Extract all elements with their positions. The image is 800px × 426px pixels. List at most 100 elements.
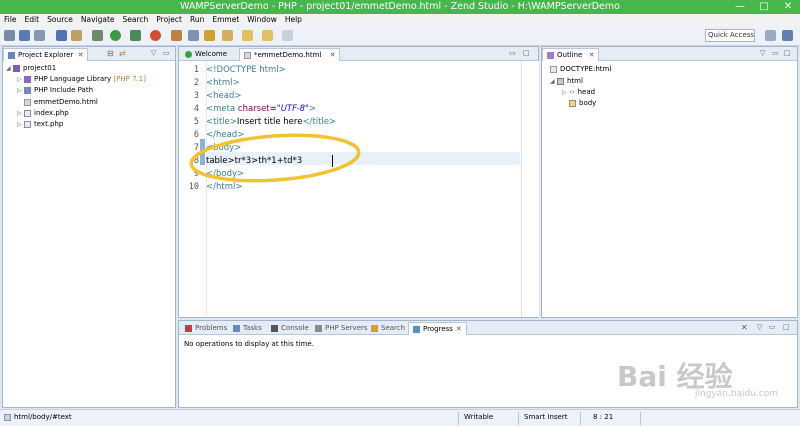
minimize-view-icon[interactable]: ▭: [163, 49, 170, 57]
open-type-icon[interactable]: [171, 30, 182, 41]
menu-navigate[interactable]: Navigate: [77, 14, 119, 26]
outline-item-html[interactable]: ◢ html: [550, 76, 583, 87]
tab-tasks[interactable]: Tasks: [229, 322, 266, 335]
outline-item-label: body: [579, 99, 597, 107]
collapse-all-icon[interactable]: ⊟: [107, 49, 114, 58]
menu-run[interactable]: Run: [186, 14, 208, 26]
annotation-icon[interactable]: [222, 30, 233, 41]
outline-item-label: DOCTYPE:html: [560, 65, 612, 73]
maximize-view-icon[interactable]: □: [784, 49, 791, 57]
outline-item-doctype[interactable]: DOCTYPE:html: [550, 64, 611, 75]
tree-root-label: project01: [23, 64, 57, 72]
close-button[interactable]: ✕: [776, 0, 800, 14]
debug-icon[interactable]: [92, 30, 103, 41]
link-editor-icon[interactable]: ⇄: [119, 49, 126, 58]
tree-item-php-language-library[interactable]: ▷ PHP Language Library [PHP 7.1]: [17, 74, 146, 85]
status-writable: Writable: [464, 413, 494, 421]
status-separator: [518, 412, 519, 425]
tab-php-servers[interactable]: PHP Servers: [311, 322, 372, 335]
status-insert-mode: Smart Insert: [524, 413, 568, 421]
progress-icon: [413, 325, 420, 333]
tab-search-label: Search: [381, 324, 406, 332]
search-icon[interactable]: [188, 30, 199, 41]
progress-message: No operations to display at this time.: [184, 340, 314, 348]
tab-outline[interactable]: Outline ✕: [542, 48, 600, 61]
tree-item-text-php[interactable]: ▷ text.php: [17, 119, 63, 130]
menu-project[interactable]: Project: [152, 14, 186, 26]
tab-tasks-label: Tasks: [243, 324, 262, 332]
menu-window[interactable]: Window: [243, 14, 281, 26]
title-bar: WAMPServerDemo - PHP - project01/emmetDe…: [0, 0, 800, 14]
tab-search[interactable]: Search: [367, 322, 409, 335]
tab-console[interactable]: Console: [267, 322, 313, 335]
back-arrow-icon[interactable]: [262, 30, 273, 41]
minimize-view-icon[interactable]: ▭: [769, 323, 776, 331]
status-cursor-position: 8 : 21: [593, 413, 614, 421]
html-file-icon: [24, 98, 31, 106]
outline-item-body[interactable]: body: [569, 98, 596, 109]
back-icon[interactable]: [242, 30, 253, 41]
php-file-icon: [24, 120, 31, 128]
menu-edit[interactable]: Edit: [21, 14, 44, 26]
print-icon[interactable]: [34, 30, 45, 41]
tree-item-label: emmetDemo.html: [34, 98, 98, 106]
tree-item-index-php[interactable]: ▷ index.php: [17, 108, 69, 119]
collapse-arrow-icon[interactable]: ◢: [550, 76, 557, 87]
project-explorer-panel: Project Explorer ✕ ⊟ ⇄ ▽ ▭ ◢ project01 ▷ P…: [2, 46, 176, 408]
remove-all-icon[interactable]: ✕: [741, 323, 748, 332]
tab-problems[interactable]: Problems: [181, 322, 231, 335]
tab-progress[interactable]: Progress ✕: [408, 322, 467, 335]
tab-close-icon[interactable]: ✕: [589, 51, 595, 59]
external-tools-icon[interactable]: [130, 30, 141, 41]
status-separator: [640, 412, 641, 425]
view-menu-icon[interactable]: ▽: [151, 49, 156, 57]
php-run-icon[interactable]: [150, 30, 161, 41]
maximize-view-icon[interactable]: □: [783, 323, 790, 331]
tab-project-explorer[interactable]: Project Explorer ✕: [3, 48, 89, 61]
outline-panel: Outline ✕ ▽ ▭ □ DOCTYPE:html ◢ html ▷ ‹› he…: [541, 46, 798, 318]
view-menu-icon[interactable]: ▽: [760, 49, 765, 57]
bottom-panel: Problems Tasks Console PHP Servers Searc…: [178, 320, 798, 408]
minimize-view-icon[interactable]: ▭: [772, 49, 779, 57]
open-perspective-icon[interactable]: [765, 30, 776, 41]
expand-arrow-icon[interactable]: ▷: [562, 87, 569, 98]
baidu-watermark-url: jingyan.baidu.com: [695, 389, 779, 399]
save-icon[interactable]: [19, 30, 30, 41]
expand-arrow-icon[interactable]: ▷: [17, 119, 24, 130]
outline-item-label: html: [567, 77, 583, 85]
status-path: html/body/#text: [14, 413, 72, 421]
maximize-button[interactable]: □: [752, 0, 776, 14]
tree-item-php-include-path[interactable]: ▷ PHP Include Path: [17, 85, 93, 96]
php-perspective-icon[interactable]: [782, 30, 793, 41]
menu-help[interactable]: Help: [281, 14, 306, 26]
tree-item-label: text.php: [34, 120, 64, 128]
tab-project-explorer-label: Project Explorer: [18, 51, 74, 59]
new-icon[interactable]: [4, 30, 15, 41]
expand-arrow-icon[interactable]: ▷: [17, 85, 24, 96]
tree-item-label: PHP Language Library: [34, 75, 112, 83]
menu-file[interactable]: File: [0, 14, 21, 26]
library-icon: [24, 75, 31, 83]
tree-root-project01[interactable]: ◢ project01: [6, 63, 56, 74]
folder-icon[interactable]: [71, 30, 82, 41]
forward-arrow-icon[interactable]: [282, 30, 293, 41]
collapse-arrow-icon[interactable]: ◢: [6, 63, 13, 74]
outline-item-head[interactable]: ▷ ‹› head: [562, 87, 595, 98]
monitor-icon[interactable]: [56, 30, 67, 41]
element-icon: [557, 77, 564, 85]
view-menu-icon[interactable]: ▽: [757, 323, 762, 331]
menu-source[interactable]: Source: [43, 14, 77, 26]
run-icon[interactable]: [110, 30, 121, 41]
tab-close-icon[interactable]: ✕: [78, 51, 84, 59]
quick-access-input[interactable]: Quick Access: [705, 29, 755, 42]
tree-item-emmetdemo-html[interactable]: emmetDemo.html: [17, 97, 98, 108]
minimize-button[interactable]: —: [728, 0, 752, 14]
menu-emmet[interactable]: Emmet: [208, 14, 243, 26]
expand-arrow-icon[interactable]: ▷: [17, 74, 24, 85]
pencil-icon[interactable]: [204, 30, 215, 41]
menu-search[interactable]: Search: [119, 14, 153, 26]
expand-arrow-icon[interactable]: ▷: [17, 108, 24, 119]
tab-problems-label: Problems: [195, 324, 228, 332]
tab-close-icon[interactable]: ✕: [456, 325, 462, 333]
tasks-icon: [233, 324, 240, 332]
